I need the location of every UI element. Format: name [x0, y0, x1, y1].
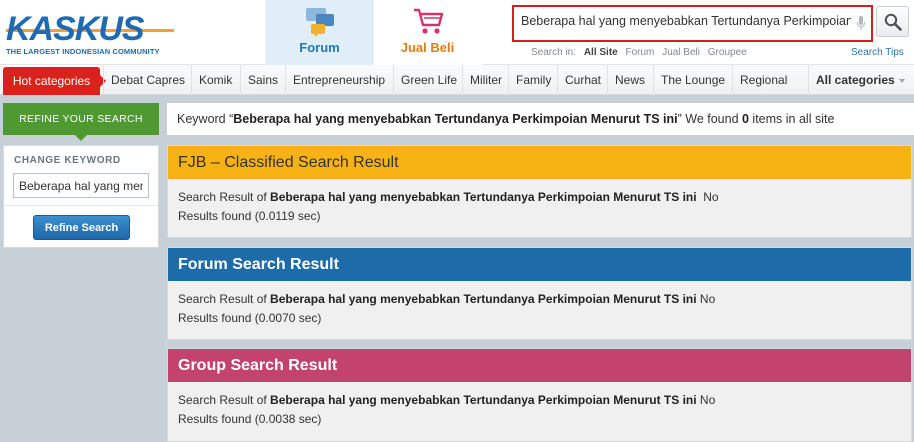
- scope-groupee[interactable]: Groupee: [708, 47, 747, 58]
- site-header: KASKUS THE LARGEST INDONESIAN COMMUNITY …: [0, 0, 914, 65]
- category-regional[interactable]: Regional: [732, 65, 787, 95]
- search-input[interactable]: Beberapa hal yang menyebabkan Tertundany…: [521, 14, 851, 34]
- tab-forum[interactable]: Forum: [266, 0, 373, 65]
- logo-text: KASKUS: [6, 10, 145, 48]
- refine-your-search-tab: REFINE YOUR SEARCH: [3, 103, 159, 141]
- result-no: No: [696, 190, 719, 204]
- all-categories-label: All categories: [816, 73, 895, 87]
- change-keyword-input[interactable]: [13, 173, 149, 198]
- logo-tagline: THE LARGEST INDONESIAN COMMUNITY: [6, 47, 160, 56]
- microphone-icon[interactable]: [857, 16, 865, 31]
- keyword-summary: Keyword “Beberapa hal yang menyebabkan T…: [167, 103, 914, 135]
- forum-result-panel: Forum Search Result Search Result of Beb…: [167, 247, 912, 340]
- result-keyword: Beberapa hal yang menyebabkan Tertundany…: [270, 292, 697, 306]
- tab-forum-label: Forum: [299, 40, 340, 55]
- category-news[interactable]: News: [607, 65, 645, 95]
- scope-forum[interactable]: Forum: [626, 47, 655, 58]
- search-icon: [884, 13, 902, 31]
- keyword-suffix: items in all site: [748, 112, 835, 126]
- group-result-body: Search Result of Beberapa hal yang menye…: [168, 382, 911, 438]
- result-prefix: Search Result of: [178, 292, 271, 306]
- forum-result-title: Forum Search Result: [168, 248, 911, 281]
- scope-all-site[interactable]: All Site: [584, 47, 618, 58]
- result-prefix: Search Result of: [178, 393, 271, 407]
- category-curhat[interactable]: Curhat: [557, 65, 601, 95]
- result-no: No: [696, 292, 716, 306]
- panel-divider: [4, 205, 158, 206]
- search-in-label: Search in:: [531, 47, 577, 58]
- result-prefix: Search Result of: [178, 190, 271, 204]
- category-family[interactable]: Family: [508, 65, 551, 95]
- category-sains[interactable]: Sains: [240, 65, 278, 95]
- tab-jual-beli[interactable]: Jual Beli: [373, 0, 482, 65]
- hot-categories-tab[interactable]: Hot categories: [3, 67, 106, 95]
- fjb-result-panel: FJB – Classified Search Result Search Re…: [167, 145, 912, 238]
- logo-wordmark: KASKUS: [6, 12, 178, 46]
- search-button[interactable]: [876, 6, 909, 37]
- shopping-cart-icon: [413, 8, 443, 34]
- chevron-down-icon: [898, 78, 905, 83]
- forum-result-body: Search Result of Beberapa hal yang menye…: [168, 281, 911, 337]
- category-green-life[interactable]: Green Life: [393, 65, 457, 95]
- category-militer[interactable]: Militer: [462, 65, 502, 95]
- result-count: 0: [742, 112, 749, 126]
- refine-search-button[interactable]: Refine Search: [33, 215, 130, 240]
- result-no: No: [696, 393, 716, 407]
- search-scope-bar: Search in: All Site Forum Jual Beli Grou…: [531, 47, 752, 58]
- result-found: Results found (0.0119 sec): [178, 209, 321, 223]
- category-debat-capres[interactable]: Debat Capres: [103, 65, 185, 95]
- result-found: Results found (0.0070 sec): [178, 311, 322, 325]
- group-result-title: Group Search Result: [168, 349, 911, 382]
- category-entrepreneurship[interactable]: Entrepreneurship: [285, 65, 385, 95]
- keyword-value: Beberapa hal yang menyebabkan Tertundany…: [233, 112, 678, 126]
- fjb-result-title: FJB – Classified Search Result: [168, 146, 911, 179]
- category-komik[interactable]: Komik: [191, 65, 232, 95]
- group-result-panel: Group Search Result Search Result of Beb…: [167, 348, 912, 442]
- forum-icon: [305, 8, 334, 37]
- tab-jual-beli-label: Jual Beli: [400, 40, 455, 55]
- change-keyword-label: CHANGE KEYWORD: [14, 155, 121, 166]
- change-keyword-panel: CHANGE KEYWORD Refine Search: [3, 145, 159, 248]
- all-categories-dropdown[interactable]: All categories: [808, 65, 905, 95]
- scope-jual-beli[interactable]: Jual Beli: [662, 47, 700, 58]
- kaskus-logo[interactable]: KASKUS THE LARGEST INDONESIAN COMMUNITY: [6, 12, 178, 58]
- keyword-prefix: Keyword “: [177, 112, 234, 126]
- result-found: Results found (0.0038 sec): [178, 412, 322, 426]
- result-keyword: Beberapa hal yang menyebabkan Tertundany…: [270, 190, 697, 204]
- search-box: Beberapa hal yang menyebabkan Tertundany…: [512, 5, 873, 42]
- keyword-mid: ” We found: [677, 112, 742, 126]
- fjb-result-body: Search Result of Beberapa hal yang menye…: [168, 179, 911, 235]
- category-the-lounge[interactable]: The Lounge: [653, 65, 725, 95]
- search-tips-link[interactable]: Search Tips: [851, 47, 904, 58]
- category-nav: Hot categories Debat Capres Komik Sains …: [0, 65, 914, 95]
- result-keyword: Beberapa hal yang menyebabkan Tertundany…: [270, 393, 697, 407]
